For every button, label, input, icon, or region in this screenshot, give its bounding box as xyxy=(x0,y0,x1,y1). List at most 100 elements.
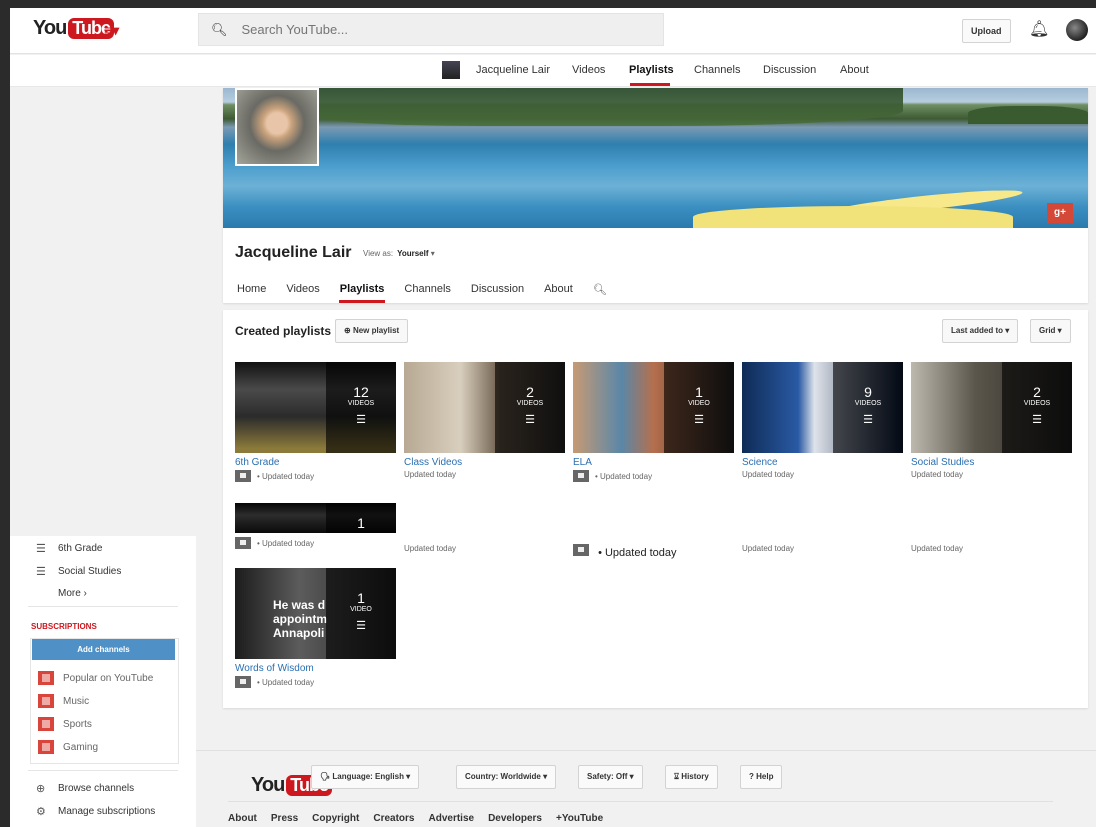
headphones-icon xyxy=(38,694,54,708)
new-playlist-button[interactable]: ⊕ New playlist xyxy=(335,319,409,343)
manage-subscriptions[interactable]: ⚙ Manage subscriptions xyxy=(36,805,155,818)
add-channels-button[interactable]: Add channels xyxy=(32,639,175,660)
playlist-thumbnail[interactable]: 2 VIDEOS ☰ xyxy=(911,362,1072,453)
country-label: Country: Worldwide xyxy=(465,772,541,781)
bell-icon[interactable]: 🔔︎ xyxy=(1029,19,1049,39)
footer-links: About Press Copyright Creators Advertise… xyxy=(228,813,617,824)
video-count-label: VIDEOS xyxy=(854,400,882,407)
country-button[interactable]: Country: Worldwide ▾ xyxy=(456,765,557,789)
playlist-thumbnail[interactable]: He was d appointm Annapoli 1 VIDEO ☰ xyxy=(235,568,396,659)
banner-island xyxy=(968,106,1088,124)
playlist-thumbnail[interactable]: 1 VIDEO ☰ xyxy=(573,362,734,453)
playlist-meta: • Updated today xyxy=(235,470,396,482)
playlist-thumbnail[interactable]: 9 VIDEOS ☰ xyxy=(742,362,903,453)
playlist-thumbnail[interactable]: 2 VIDEOS ☰ xyxy=(404,362,565,453)
search-icon[interactable]: 🔍︎ xyxy=(593,283,607,296)
playlist-tile[interactable]: 1 VIDEO ☰ ELA • Updated today xyxy=(573,362,734,482)
trophy-icon xyxy=(38,717,54,731)
tab-discussion[interactable]: Discussion xyxy=(471,283,524,296)
safety-button[interactable]: Safety: Off ▾ xyxy=(578,765,643,789)
search-input[interactable] xyxy=(241,22,622,37)
youtube-logo[interactable]: You Tube xyxy=(33,17,114,40)
playlist-tile[interactable]: 9 VIDEOS ☰ Science Updated today xyxy=(742,362,903,479)
subscription-label: Sports xyxy=(63,718,92,730)
footer-link-plus-youtube[interactable]: +YouTube xyxy=(556,813,603,824)
language-button[interactable]: 🗣︎ Language: English ▾ xyxy=(311,765,420,789)
view-as-selector[interactable]: View as: Yourself ▾ xyxy=(363,249,435,258)
tab-channels[interactable]: Channels xyxy=(404,283,450,296)
guide-divider xyxy=(28,606,178,607)
footer-link-about[interactable]: About xyxy=(228,813,257,824)
playlist-name[interactable]: Words of Wisdom xyxy=(235,663,396,674)
subscription-music[interactable]: Music xyxy=(38,694,89,708)
browse-channels[interactable]: ⊕ Browse channels xyxy=(36,782,134,795)
hourglass-icon: ⌛︎ xyxy=(674,772,680,781)
guide-item-label: Social Studies xyxy=(58,566,122,577)
avatar[interactable] xyxy=(1066,19,1088,41)
subnav-about[interactable]: About xyxy=(840,64,869,76)
footer-link-copyright[interactable]: Copyright xyxy=(312,813,359,824)
playlist-thumbnail[interactable]: 12 VIDEOS ☰ xyxy=(235,362,396,453)
search-icon[interactable]: 🔍︎ xyxy=(211,22,228,38)
playlist-count-overlay: 1 xyxy=(326,503,396,533)
tab-about[interactable]: About xyxy=(544,283,573,296)
playlist-meta: • Updated today xyxy=(235,537,396,549)
playlist-thumbnail[interactable]: 1 xyxy=(235,503,396,533)
video-count-label: VIDEO xyxy=(350,606,372,613)
channel-avatar[interactable] xyxy=(235,88,319,166)
subnav-discussion[interactable]: Discussion xyxy=(763,64,816,76)
history-button[interactable]: ⌛︎ History xyxy=(665,765,718,789)
guide-item-social-studies[interactable]: ☰ Social Studies xyxy=(36,565,121,578)
view-label: Grid xyxy=(1039,326,1056,335)
subnav-active-underline xyxy=(630,83,670,86)
channel-header: g+ Jacqueline Lair View as: Yourself ▾ Ho… xyxy=(223,88,1088,303)
help-button[interactable]: ? Help xyxy=(740,765,783,789)
tab-playlists[interactable]: Playlists xyxy=(340,283,385,296)
menu-icon[interactable]: ≡▾ xyxy=(104,22,119,39)
footer-link-press[interactable]: Press xyxy=(271,813,298,824)
upload-button[interactable]: Upload xyxy=(962,19,1011,43)
channel-thumbnail[interactable] xyxy=(442,61,460,79)
subnav-videos[interactable]: Videos xyxy=(572,64,605,76)
banner-trees xyxy=(303,88,903,126)
playlist-count-overlay: 2 VIDEOS ☰ xyxy=(495,362,565,453)
footer-link-creators[interactable]: Creators xyxy=(373,813,414,824)
footer-link-advertise[interactable]: Advertise xyxy=(429,813,475,824)
video-count: 1 xyxy=(357,515,365,531)
gear-icon: ⚙ xyxy=(36,806,46,818)
lock-icon xyxy=(235,537,251,549)
view-as-label: View as: xyxy=(363,249,394,258)
playlist-tile[interactable]: 1 • Updated today xyxy=(235,503,396,549)
playlists-panel: Created playlists ⊕ New playlist Last ad… xyxy=(223,310,1088,708)
footer-link-developers[interactable]: Developers xyxy=(488,813,542,824)
playlist-tile[interactable]: 12 VIDEOS ☰ 6th Grade • Updated today xyxy=(235,362,396,482)
youtube-window: You Tube ≡▾ 🔍︎ Upload 🔔︎ Jacqueline Lair… xyxy=(10,8,1096,827)
subnav-channel-name[interactable]: Jacqueline Lair xyxy=(476,64,550,76)
guide-more[interactable]: More › xyxy=(58,588,87,599)
playlist-name[interactable]: Science xyxy=(742,457,903,468)
view-dropdown[interactable]: Grid ▾ xyxy=(1030,319,1071,343)
sort-dropdown[interactable]: Last added to ▾ xyxy=(942,319,1019,343)
playlist-tile[interactable]: 2 VIDEOS ☰ Class Videos Updated today xyxy=(404,362,565,479)
playlist-tile[interactable]: 2 VIDEOS ☰ Social Studies Updated today xyxy=(911,362,1072,479)
subscription-gaming[interactable]: Gaming xyxy=(38,740,98,754)
google-plus-icon[interactable]: g+ xyxy=(1047,203,1073,223)
playlist-name[interactable]: 6th Grade xyxy=(235,457,396,468)
playlist-name[interactable]: Social Studies xyxy=(911,457,1072,468)
tab-videos[interactable]: Videos xyxy=(286,283,319,296)
subscription-sports[interactable]: Sports xyxy=(38,717,92,731)
playlist-count-overlay: 1 VIDEO ☰ xyxy=(326,568,396,659)
playlist-name[interactable]: Class Videos xyxy=(404,457,565,468)
playlist-count-overlay: 12 VIDEOS ☰ xyxy=(326,362,396,453)
subscription-popular[interactable]: Popular on YouTube xyxy=(38,671,153,685)
playlist-updated: • Updated today xyxy=(595,471,653,481)
playlist-name[interactable]: ELA xyxy=(573,457,734,468)
subnav-channels[interactable]: Channels xyxy=(694,64,740,76)
video-count-label: VIDEOS xyxy=(516,400,544,407)
guide-item-6th-grade[interactable]: ☰ 6th Grade xyxy=(36,542,102,555)
playlist-updated: Updated today xyxy=(742,470,795,479)
tab-home[interactable]: Home xyxy=(237,283,266,296)
playlist-tile[interactable]: He was d appointm Annapoli 1 VIDEO ☰ Wor… xyxy=(235,568,396,688)
subnav-playlists[interactable]: Playlists xyxy=(629,64,674,76)
logo-you: You xyxy=(251,774,285,796)
